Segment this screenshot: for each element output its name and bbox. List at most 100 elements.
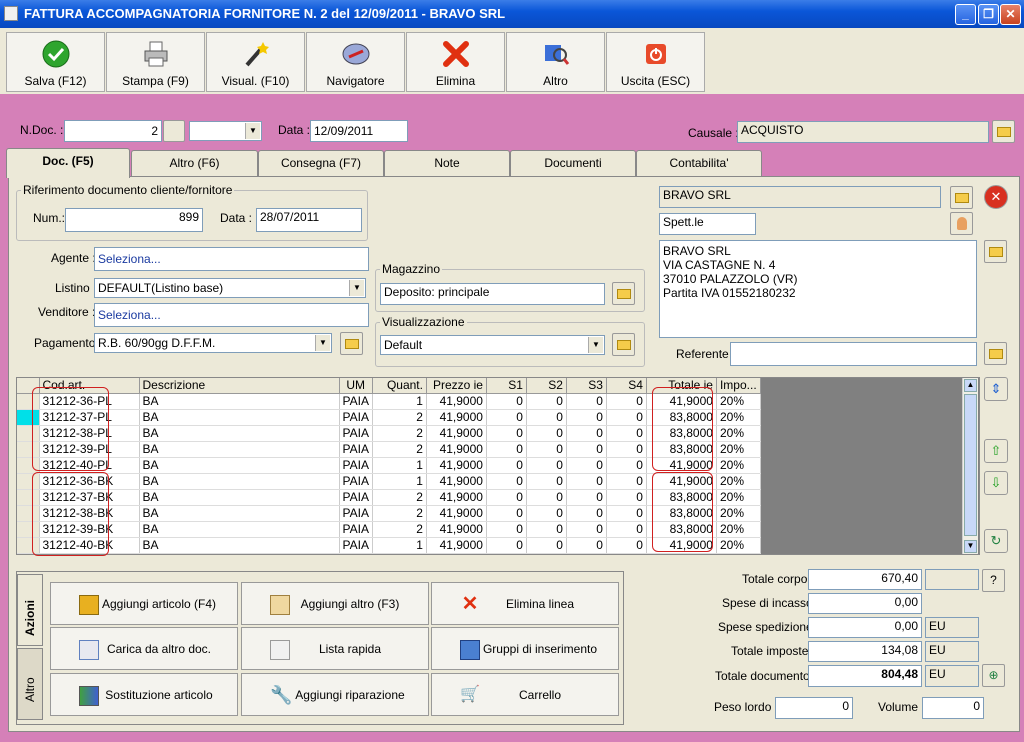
cell-s4[interactable]: 0 bbox=[606, 521, 647, 538]
cell-quant[interactable]: 1 bbox=[372, 457, 427, 474]
navigator-button[interactable]: Navigatore bbox=[306, 32, 405, 92]
listino-select[interactable]: DEFAULT(Listino base) ▼ bbox=[94, 278, 366, 298]
restore-button[interactable]: ❐ bbox=[978, 4, 999, 25]
table-row[interactable]: 31212-40-BK BA PAIA 1 41,9000 0 0 0 0 41,9000 20% bbox=[17, 537, 761, 554]
cell-s2[interactable]: 0 bbox=[526, 521, 567, 538]
magazzino-input[interactable]: Deposito: principale bbox=[380, 283, 605, 305]
move-updown-icon[interactable]: ⇕ bbox=[984, 377, 1008, 401]
cell-s2[interactable]: 0 bbox=[526, 473, 567, 490]
cell-s4[interactable]: 0 bbox=[606, 489, 647, 506]
table-row[interactable]: 31212-37-PL BA PAIA 2 41,9000 0 0 0 0 83,8000 20% bbox=[17, 409, 761, 426]
pagamento-folder-button[interactable] bbox=[340, 332, 363, 355]
cell-prezzo[interactable]: 41,9000 bbox=[426, 441, 487, 458]
cell-descrizione[interactable]: BA bbox=[139, 409, 340, 426]
cell-descrizione[interactable]: BA bbox=[139, 521, 340, 538]
cell-s3[interactable]: 0 bbox=[566, 537, 607, 554]
series-select[interactable]: ▼ bbox=[189, 121, 262, 141]
cell-um[interactable]: PAIA bbox=[339, 521, 373, 538]
cell-s4[interactable]: 0 bbox=[606, 473, 647, 490]
scroll-down-icon[interactable]: ▼ bbox=[964, 540, 977, 553]
cell-prezzo[interactable]: 41,9000 bbox=[426, 505, 487, 522]
cell-s3[interactable]: 0 bbox=[566, 489, 607, 506]
cell-s2[interactable]: 0 bbox=[526, 425, 567, 442]
cell-prezzo[interactable]: 41,9000 bbox=[426, 489, 487, 506]
add-other-button[interactable]: Aggiungi altro (F3) bbox=[241, 582, 429, 625]
causale-input[interactable]: ACQUISTO bbox=[737, 121, 989, 143]
cell-quant[interactable]: 1 bbox=[372, 393, 427, 410]
refresh-icon[interactable]: ↻ bbox=[984, 529, 1008, 553]
cell-um[interactable]: PAIA bbox=[339, 425, 373, 442]
cell-s2[interactable]: 0 bbox=[526, 505, 567, 522]
exit-button[interactable]: Uscita (ESC) bbox=[606, 32, 705, 92]
num-input[interactable]: 899 bbox=[65, 208, 203, 232]
referente-input[interactable] bbox=[730, 342, 977, 366]
items-table[interactable]: Cod.art. Descrizione UM Quant. Prezzo ie… bbox=[17, 378, 761, 554]
col-descrizione[interactable]: Descrizione bbox=[139, 378, 340, 394]
cell-s3[interactable]: 0 bbox=[566, 441, 607, 458]
cell-s2[interactable]: 0 bbox=[526, 441, 567, 458]
cell-descrizione[interactable]: BA bbox=[139, 505, 340, 522]
cell-um[interactable]: PAIA bbox=[339, 393, 373, 410]
cell-quant[interactable]: 2 bbox=[372, 505, 427, 522]
volume-input[interactable]: 0 bbox=[922, 697, 984, 719]
cell-prezzo[interactable]: 41,9000 bbox=[426, 521, 487, 538]
cell-imposta[interactable]: 20% bbox=[716, 537, 761, 554]
tab-altro-actions[interactable]: Altro bbox=[17, 648, 43, 720]
cell-imposta[interactable]: 20% bbox=[716, 441, 761, 458]
cell-s4[interactable]: 0 bbox=[606, 409, 647, 426]
delete-button[interactable]: Elimina bbox=[406, 32, 505, 92]
ndoc-input[interactable]: 2 bbox=[64, 120, 162, 142]
cell-s1[interactable]: 0 bbox=[486, 409, 527, 426]
cell-prezzo[interactable]: 41,9000 bbox=[426, 473, 487, 490]
cell-s4[interactable]: 0 bbox=[606, 441, 647, 458]
referente-folder-button[interactable] bbox=[984, 342, 1007, 365]
load-from-doc-button[interactable]: Carica da altro doc. bbox=[50, 627, 238, 670]
magazzino-folder-button[interactable] bbox=[612, 282, 635, 305]
cell-s2[interactable]: 0 bbox=[526, 457, 567, 474]
cell-s2[interactable]: 0 bbox=[526, 393, 567, 410]
cell-quant[interactable]: 1 bbox=[372, 473, 427, 490]
tab-documenti[interactable]: Documenti bbox=[510, 150, 636, 176]
table-row[interactable]: 31212-38-BK BA PAIA 2 41,9000 0 0 0 0 83,8000 20% bbox=[17, 505, 761, 522]
cell-imposta[interactable]: 20% bbox=[716, 489, 761, 506]
cell-prezzo[interactable]: 41,9000 bbox=[426, 457, 487, 474]
cell-imposta[interactable]: 20% bbox=[716, 521, 761, 538]
rif-date-input[interactable]: 28/07/2011 bbox=[256, 208, 362, 232]
help-button[interactable]: ? bbox=[982, 569, 1005, 592]
pagamento-select[interactable]: R.B. 60/90gg D.F.F.M. ▼ bbox=[94, 333, 332, 353]
minimize-button[interactable]: _ bbox=[955, 4, 976, 25]
visualizzazione-select[interactable]: Default ▼ bbox=[380, 335, 605, 355]
cell-descrizione[interactable]: BA bbox=[139, 457, 340, 474]
insert-groups-button[interactable]: Gruppi di inserimento bbox=[431, 627, 619, 670]
table-row[interactable]: 31212-38-PL BA PAIA 2 41,9000 0 0 0 0 83,8000 20% bbox=[17, 425, 761, 442]
date-input[interactable]: 12/09/2011 bbox=[310, 120, 408, 142]
cell-s2[interactable]: 0 bbox=[526, 489, 567, 506]
person-button[interactable] bbox=[950, 212, 973, 235]
cell-um[interactable]: PAIA bbox=[339, 505, 373, 522]
address-folder-button[interactable] bbox=[984, 240, 1007, 263]
cell-s4[interactable]: 0 bbox=[606, 537, 647, 554]
replace-article-button[interactable]: Sostituzione articolo bbox=[50, 673, 238, 716]
cliente-folder-button[interactable] bbox=[950, 186, 973, 209]
cell-prezzo[interactable]: 41,9000 bbox=[426, 393, 487, 410]
col-s4[interactable]: S4 bbox=[606, 378, 647, 394]
table-row[interactable]: 31212-37-BK BA PAIA 2 41,9000 0 0 0 0 83,8000 20% bbox=[17, 489, 761, 506]
visual-button[interactable]: Visual. (F10) bbox=[206, 32, 305, 92]
table-row[interactable]: 31212-40-PL BA PAIA 1 41,9000 0 0 0 0 41,9000 20% bbox=[17, 457, 761, 474]
table-row[interactable]: 31212-39-BK BA PAIA 2 41,9000 0 0 0 0 83,8000 20% bbox=[17, 521, 761, 538]
cell-s3[interactable]: 0 bbox=[566, 521, 607, 538]
tab-doc[interactable]: Doc. (F5) bbox=[6, 148, 130, 178]
tab-altro[interactable]: Altro (F6) bbox=[131, 150, 258, 176]
tab-azioni[interactable]: Azioni bbox=[17, 574, 43, 646]
table-row[interactable]: 31212-39-PL BA PAIA 2 41,9000 0 0 0 0 83,8000 20% bbox=[17, 441, 761, 458]
cell-quant[interactable]: 2 bbox=[372, 441, 427, 458]
causale-folder-button[interactable] bbox=[992, 120, 1015, 143]
print-button[interactable]: Stampa (F9) bbox=[106, 32, 205, 92]
cell-s1[interactable]: 0 bbox=[486, 537, 527, 554]
cell-um[interactable]: PAIA bbox=[339, 489, 373, 506]
cell-prezzo[interactable]: 41,9000 bbox=[426, 425, 487, 442]
cell-s2[interactable]: 0 bbox=[526, 537, 567, 554]
cell-um[interactable]: PAIA bbox=[339, 537, 373, 554]
cell-s1[interactable]: 0 bbox=[486, 505, 527, 522]
cell-s3[interactable]: 0 bbox=[566, 409, 607, 426]
